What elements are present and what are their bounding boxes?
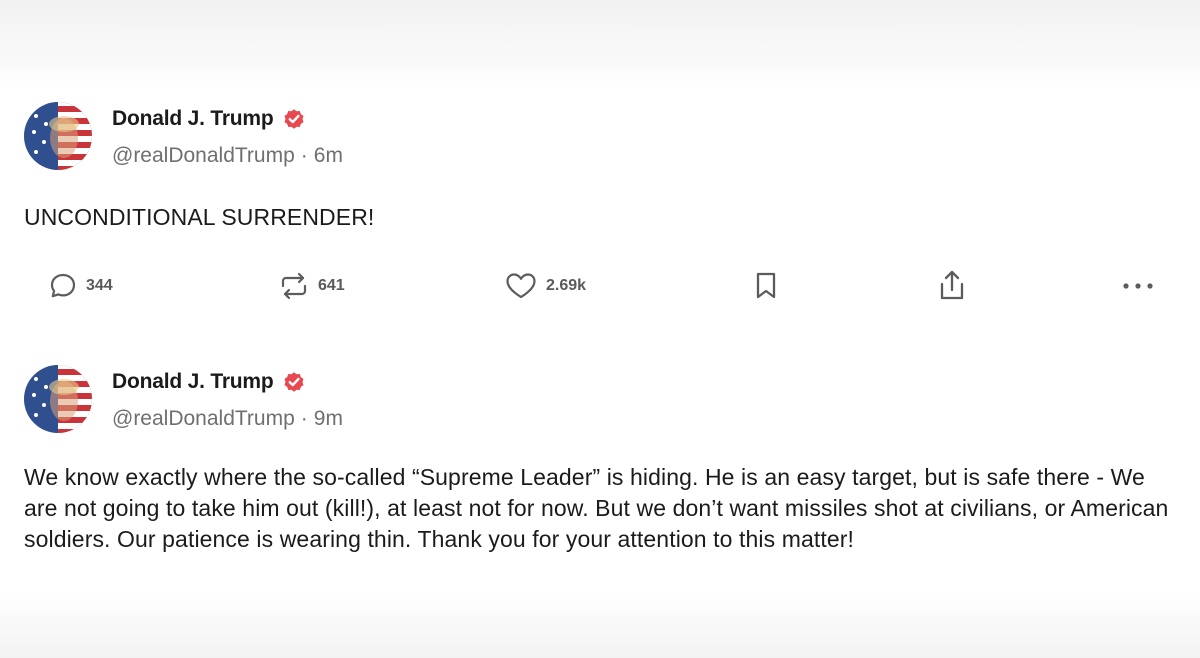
verified-badge-icon bbox=[282, 107, 306, 131]
post-timestamp[interactable]: 9m bbox=[314, 407, 343, 431]
author-avatar[interactable] bbox=[24, 102, 92, 170]
author-name[interactable]: Donald J. Trump bbox=[112, 370, 274, 394]
author-meta: @realDonaldTrump · 9m bbox=[112, 407, 343, 431]
flag-portrait-avatar bbox=[24, 102, 92, 170]
top-blur-band bbox=[0, 0, 1200, 90]
reply-count: 344 bbox=[86, 277, 113, 294]
share-button[interactable] bbox=[936, 268, 968, 304]
like-button[interactable]: 2.69k bbox=[504, 268, 586, 304]
meta-separator: · bbox=[300, 407, 308, 430]
more-options-button[interactable] bbox=[1120, 268, 1156, 304]
repost-arrows-icon bbox=[281, 272, 307, 300]
post-timestamp[interactable]: 6m bbox=[314, 144, 343, 168]
post-text: We know exactly where the so-called “Sup… bbox=[24, 464, 1169, 552]
like-count: 2.69k bbox=[546, 277, 587, 294]
author-avatar[interactable] bbox=[24, 365, 92, 433]
post-card: Donald J. Trump @realDonaldTrump · 9m We… bbox=[0, 355, 1200, 595]
bookmark-button[interactable] bbox=[752, 268, 780, 304]
author-name-row: Donald J. Trump bbox=[112, 367, 306, 397]
reply-button[interactable]: 344 bbox=[48, 268, 113, 304]
heart-icon bbox=[506, 273, 536, 299]
bottom-blur-band bbox=[0, 590, 1200, 658]
author-handle[interactable]: @realDonaldTrump bbox=[112, 144, 295, 168]
speech-bubble-icon bbox=[50, 273, 76, 298]
bookmark-icon bbox=[756, 272, 776, 299]
author-name[interactable]: Donald J. Trump bbox=[112, 107, 274, 131]
repost-button[interactable]: 641 bbox=[278, 268, 345, 304]
meta-separator: · bbox=[300, 144, 308, 167]
author-name-row: Donald J. Trump bbox=[112, 104, 306, 134]
post-card: Donald J. Trump @realDonaldTrump · 6m UN… bbox=[0, 92, 1200, 342]
more-dots-icon bbox=[1123, 283, 1153, 289]
author-meta: @realDonaldTrump · 6m bbox=[112, 144, 343, 168]
post-action-bar: 344 641 2.69k bbox=[0, 268, 1200, 304]
flag-portrait-avatar bbox=[24, 365, 92, 433]
share-icon bbox=[940, 270, 964, 300]
post-text: UNCONDITIONAL SURRENDER! bbox=[24, 204, 375, 230]
repost-count: 641 bbox=[318, 277, 345, 294]
verified-badge-icon bbox=[282, 370, 306, 394]
author-handle[interactable]: @realDonaldTrump bbox=[112, 407, 295, 431]
